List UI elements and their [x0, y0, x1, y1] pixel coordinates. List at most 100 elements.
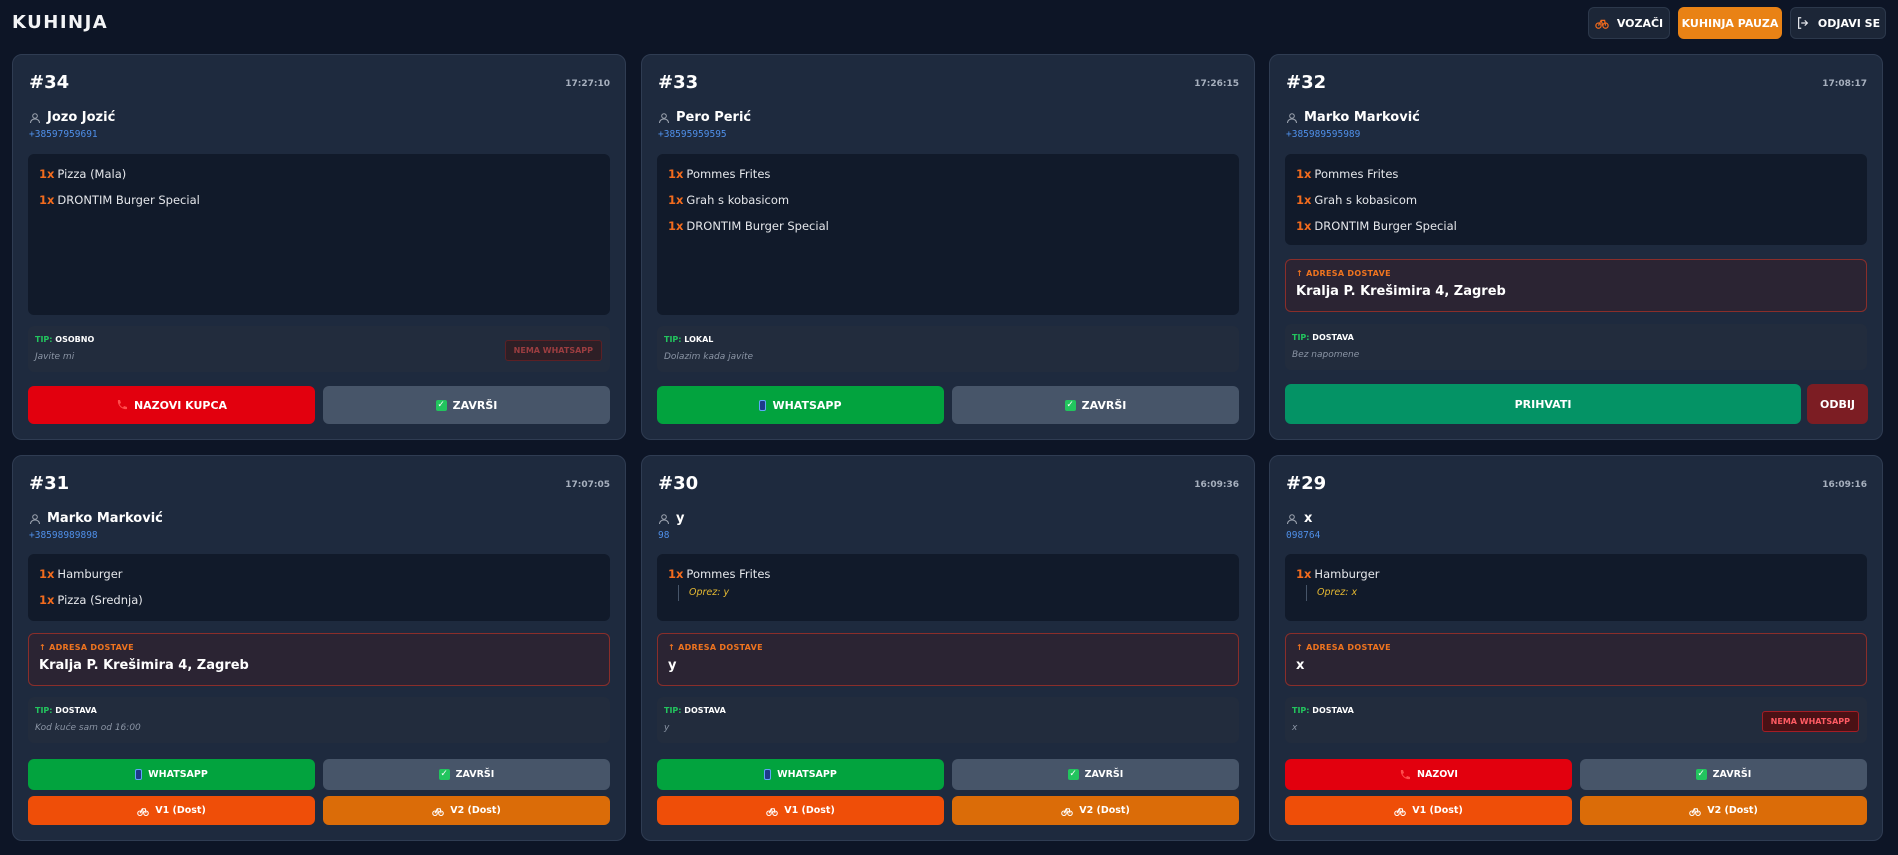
customer-name: Marko Marković — [47, 511, 163, 526]
order-items: 1x Hamburger Oprez: x — [1285, 554, 1867, 621]
item-qty: 1x — [39, 567, 55, 581]
finish-button[interactable]: ✓ ZAVRŠI — [323, 386, 610, 424]
user-icon — [1287, 112, 1297, 123]
button-label: NAZOVI — [1417, 769, 1458, 780]
tip-key: TIP: — [1292, 706, 1310, 715]
call-customer-button[interactable]: NAZOVI KUPCA — [28, 386, 315, 424]
order-type: DOSTAVA — [55, 706, 97, 715]
customer-name: y — [676, 511, 685, 526]
list-item: 1x Grah s kobasicom — [1296, 189, 1856, 215]
delivery-address: ↑ ADRESA DOSTAVE y — [657, 633, 1239, 686]
mobile-phone-icon — [764, 769, 772, 780]
address-label: ADRESA DOSTAVE — [678, 643, 763, 652]
driver-v1-button[interactable]: V1 (Dost) — [657, 796, 944, 825]
item-qty: 1x — [1296, 193, 1312, 207]
customer: Pero Perić — [658, 110, 751, 125]
address-text: Kralja P. Krešimira 4, Zagreb — [39, 658, 249, 673]
list-item: 1x DRONTIM Burger Special — [39, 189, 599, 215]
item-qty: 1x — [1296, 567, 1312, 581]
order-note: Dolazim kada javite — [664, 352, 754, 362]
order-card: #29 16:09:16 x 098764 1x Hamburger Oprez:… — [1269, 455, 1883, 841]
button-label: V2 (Dost) — [450, 805, 501, 816]
customer-name: Marko Marković — [1304, 110, 1420, 125]
list-item: 1x Pizza (Mala) — [39, 163, 599, 189]
arrow-up-icon: ↑ — [668, 643, 676, 652]
order-number: #29 — [1286, 473, 1327, 494]
list-item: 1x Pizza (Srednja) — [39, 589, 599, 615]
list-item: 1x Pommes Frites — [1296, 163, 1856, 189]
button-label: V1 (Dost) — [784, 805, 835, 816]
order-time: 17:07:05 — [565, 480, 610, 490]
driver-v2-button[interactable]: V2 (Dost) — [1580, 796, 1867, 825]
finish-button[interactable]: ✓ ZAVRŠI — [323, 759, 610, 790]
customer: Marko Marković — [29, 511, 163, 526]
list-item: 1x DRONTIM Burger Special — [1296, 215, 1856, 241]
order-items: 1x Pizza (Mala) 1x DRONTIM Burger Special — [28, 154, 610, 315]
order-type: OSOBNO — [55, 335, 95, 344]
driver-v2-button[interactable]: V2 (Dost) — [952, 796, 1239, 825]
item-qty: 1x — [1296, 167, 1312, 181]
driver-v2-button[interactable]: V2 (Dost) — [323, 796, 610, 825]
finish-button[interactable]: ✓ ZAVRŠI — [952, 386, 1239, 424]
drivers-label: VOZAČI — [1616, 16, 1664, 30]
order-type: DOSTAVA — [684, 706, 726, 715]
order-items: 1x Pommes Frites Oprez: y — [657, 554, 1239, 621]
bike-icon — [137, 807, 149, 816]
button-label: NAZOVI KUPCA — [133, 398, 228, 412]
order-type-panel: TIP: DOSTAVA Bez napomene — [1285, 324, 1867, 370]
customer-name: x — [1304, 511, 1313, 526]
item-name: Pommes Frites — [1314, 167, 1399, 181]
item-qty: 1x — [668, 219, 684, 233]
kitchen-pause-button[interactable]: KUHINJA PAUZA — [1678, 7, 1782, 39]
app-title: KUHINJA — [12, 12, 109, 33]
bike-icon — [1689, 807, 1701, 816]
order-number: #34 — [29, 72, 70, 93]
item-qty: 1x — [668, 193, 684, 207]
logout-button[interactable]: ODJAVI SE — [1790, 7, 1886, 39]
user-icon — [1287, 513, 1297, 524]
user-icon — [30, 112, 40, 123]
order-items: 1x Hamburger 1x Pizza (Srednja) — [28, 554, 610, 621]
order-time: 16:09:16 — [1822, 480, 1867, 490]
bike-icon — [1061, 807, 1073, 816]
button-label: ZAVRŠI — [1081, 398, 1127, 412]
accept-button[interactable]: PRIHVATI — [1285, 384, 1801, 424]
customer-phone[interactable]: +38595959595 — [658, 129, 727, 140]
customer-phone[interactable]: +385989595989 — [1286, 129, 1360, 140]
item-name: Grah s kobasicom — [1314, 193, 1418, 207]
driver-v1-button[interactable]: V1 (Dost) — [28, 796, 315, 825]
item-qty: 1x — [39, 593, 55, 607]
customer-phone[interactable]: +38597959691 — [29, 129, 98, 140]
customer-phone[interactable]: +38598989898 — [29, 530, 98, 541]
order-type: LOKAL — [684, 335, 714, 344]
call-button[interactable]: NAZOVI — [1285, 759, 1572, 790]
user-icon — [30, 513, 40, 524]
logout-label: ODJAVI SE — [1817, 16, 1881, 30]
finish-button[interactable]: ✓ ZAVRŠI — [1580, 759, 1867, 790]
item-name: Grah s kobasicom — [686, 193, 790, 207]
whatsapp-button[interactable]: WHATSAPP — [657, 386, 944, 424]
button-label: ZAVRŠI — [1712, 769, 1752, 780]
item-note: Oprez: x — [1306, 585, 1856, 601]
customer-phone[interactable]: 098764 — [1286, 530, 1320, 541]
whatsapp-button[interactable]: WHATSAPP — [28, 759, 315, 790]
tip-key: TIP: — [664, 335, 682, 344]
drivers-button[interactable]: VOZAČI — [1588, 7, 1670, 39]
button-label: WHATSAPP — [777, 769, 837, 780]
order-number: #32 — [1286, 72, 1327, 93]
item-name: DRONTIM Burger Special — [1314, 219, 1457, 233]
whatsapp-button[interactable]: WHATSAPP — [657, 759, 944, 790]
order-note: x — [1292, 723, 1298, 733]
item-name: Hamburger — [1314, 567, 1380, 581]
reject-button[interactable]: ODBIJ — [1807, 384, 1868, 424]
customer-phone[interactable]: 98 — [658, 530, 669, 541]
customer: Jozo Jozić — [29, 110, 115, 125]
address-text: x — [1296, 658, 1305, 673]
order-type-panel: TIP: DOSTAVA y — [657, 697, 1239, 743]
button-label: V1 (Dost) — [155, 805, 206, 816]
driver-v1-button[interactable]: V1 (Dost) — [1285, 796, 1572, 825]
address-label: ADRESA DOSTAVE — [1306, 643, 1391, 652]
finish-button[interactable]: ✓ ZAVRŠI — [952, 759, 1239, 790]
tip-key: TIP: — [35, 706, 53, 715]
order-items: 1x Pommes Frites 1x Grah s kobasicom 1x DRO… — [657, 154, 1239, 315]
